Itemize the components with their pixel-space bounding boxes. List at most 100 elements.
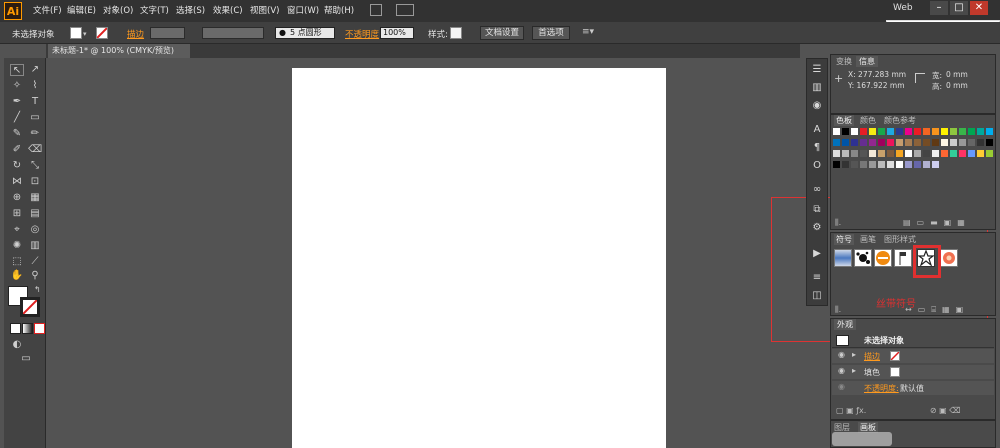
swatch-cell[interactable] xyxy=(986,139,993,146)
swatch-cell[interactable] xyxy=(878,128,885,135)
menu-view[interactable]: 视图(V) xyxy=(250,4,279,16)
maximize-icon[interactable]: □ xyxy=(950,1,968,15)
swatch-cell[interactable] xyxy=(941,150,948,157)
draw-mode-icon[interactable]: ◐ xyxy=(10,339,24,351)
swatch-cell[interactable] xyxy=(833,139,840,146)
line-tool-icon[interactable]: ╱ xyxy=(10,112,24,124)
swatch-cell[interactable] xyxy=(860,139,867,146)
swatch-cell[interactable] xyxy=(932,128,939,135)
magic-wand-tool-icon[interactable]: ✧ xyxy=(10,80,24,92)
menu-window[interactable]: 窗口(W) xyxy=(287,4,319,16)
swatch-cell[interactable] xyxy=(959,150,966,157)
swatch-cell[interactable] xyxy=(977,150,984,157)
swatch-cell[interactable] xyxy=(932,150,939,157)
tab-transform[interactable]: 变换 xyxy=(834,56,854,67)
swatch-cell[interactable] xyxy=(905,150,912,157)
paintbrush-tool-icon[interactable]: ✎ xyxy=(10,128,24,140)
actions-play-icon[interactable]: ▶ xyxy=(811,248,823,259)
swatch-cell[interactable] xyxy=(923,161,930,168)
opacity-attribute-label[interactable]: 不透明度: xyxy=(864,383,899,394)
tab-graphic-styles[interactable]: 图形样式 xyxy=(884,234,916,245)
color-mode-icon[interactable] xyxy=(10,323,21,334)
swatch-cell[interactable] xyxy=(851,139,858,146)
swatch-cell[interactable] xyxy=(860,161,867,168)
pen-tool-icon[interactable]: ✒ xyxy=(10,96,24,108)
hand-tool-icon[interactable]: ✋ xyxy=(10,270,24,282)
opentype-panel-icon[interactable]: O xyxy=(811,160,823,171)
swatch-cell[interactable] xyxy=(878,139,885,146)
tab-color[interactable]: 颜色 xyxy=(860,115,876,126)
appearance-stroke-row[interactable]: ◉ ▸ 描边 xyxy=(832,349,994,363)
fill-attribute-label[interactable]: 填色 xyxy=(864,367,880,378)
direct-selection-tool-icon[interactable]: ↗ xyxy=(28,64,42,76)
swatch-cell[interactable] xyxy=(842,150,849,157)
swatch-cell[interactable] xyxy=(905,161,912,168)
stroke-attribute-label[interactable]: 描边 xyxy=(864,351,880,362)
swatch-cell[interactable] xyxy=(842,161,849,168)
swatch-cell[interactable] xyxy=(968,150,975,157)
swatch-cell[interactable] xyxy=(869,161,876,168)
appearance-fill-row[interactable]: ◉ ▸ 填色 xyxy=(832,365,994,379)
type-tool-icon[interactable]: T xyxy=(28,96,42,108)
width-tool-icon[interactable]: ⋈ xyxy=(10,176,24,188)
expand-arrow-icon[interactable]: ▸ xyxy=(852,366,856,375)
graphic-style-swatch[interactable] xyxy=(450,27,462,39)
selection-tool-icon[interactable]: ↖ xyxy=(10,64,24,76)
swatch-cell[interactable] xyxy=(851,128,858,135)
mesh-tool-icon[interactable]: ⊞ xyxy=(10,208,24,220)
eraser-tool-icon[interactable]: ⌫ xyxy=(28,144,42,156)
swatch-cell[interactable] xyxy=(986,128,993,135)
swatch-cell[interactable] xyxy=(833,150,840,157)
swatch-cell[interactable] xyxy=(923,139,930,146)
menu-effect[interactable]: 效果(C) xyxy=(213,4,243,16)
swatch-cell[interactable] xyxy=(842,128,849,135)
swatch-cell[interactable] xyxy=(869,139,876,146)
swatch-cell[interactable] xyxy=(887,139,894,146)
stroke-attribute-swatch[interactable] xyxy=(890,351,900,361)
eye-icon[interactable]: ◉ xyxy=(838,350,845,359)
symbol-libraries-icon[interactable]: ⫼. xyxy=(835,305,841,315)
menu-select[interactable]: 选择(S) xyxy=(176,4,205,16)
swatch-cell[interactable] xyxy=(851,150,858,157)
swatch-cell[interactable] xyxy=(833,161,840,168)
screen-mode-icon[interactable]: ▭ xyxy=(18,353,34,365)
bridge-icon[interactable] xyxy=(370,4,382,16)
swatch-cell[interactable] xyxy=(869,128,876,135)
swatch-cell[interactable] xyxy=(950,139,957,146)
swatch-cell[interactable] xyxy=(833,128,840,135)
swatch-cell[interactable] xyxy=(950,150,957,157)
tab-symbols[interactable]: 符号 xyxy=(834,234,854,245)
transparency-panel-icon[interactable]: ◉ xyxy=(811,100,823,111)
gradient-panel-icon[interactable]: ▥ xyxy=(811,82,823,93)
swatch-actions-icons[interactable]: ▤▭▬▣▦ xyxy=(903,218,991,227)
slice-tool-icon[interactable]: ⟋ xyxy=(28,256,42,268)
swatch-cell[interactable] xyxy=(887,150,894,157)
pencil-tool-icon[interactable]: ✏ xyxy=(28,128,42,140)
zoom-tool-icon[interactable]: ⚲ xyxy=(28,270,42,282)
swatch-cell[interactable] xyxy=(851,161,858,168)
fill-attribute-swatch[interactable] xyxy=(890,367,900,377)
tab-brushes[interactable]: 画笔 xyxy=(860,234,876,245)
swatch-cell[interactable] xyxy=(923,150,930,157)
opacity-field[interactable]: 100% xyxy=(380,27,414,39)
symbol-banner[interactable] xyxy=(834,249,852,267)
menu-object[interactable]: 对象(O) xyxy=(103,4,133,16)
artboard[interactable] xyxy=(292,68,666,448)
pathfinder-panel-icon[interactable]: ◫ xyxy=(811,290,823,301)
workspace-switcher[interactable]: Web xyxy=(893,3,921,17)
swatch-cell[interactable] xyxy=(860,128,867,135)
swatch-cell[interactable] xyxy=(869,150,876,157)
eye-icon[interactable]: ◉ xyxy=(838,366,845,375)
align-options-icon[interactable]: ≡▾ xyxy=(582,27,598,39)
swatch-cell[interactable] xyxy=(860,150,867,157)
menu-icon[interactable]: ☰ xyxy=(811,64,823,75)
swatch-cell[interactable] xyxy=(896,128,903,135)
links-panel-icon[interactable]: ∞ xyxy=(811,184,823,195)
brush-definition-select[interactable]: ● 5 点圆形 xyxy=(275,27,335,39)
symbol-sprayer-tool-icon[interactable]: ✺ xyxy=(10,240,24,252)
swatch-cell[interactable] xyxy=(923,128,930,135)
minimize-icon[interactable]: – xyxy=(930,1,948,15)
character-panel-icon[interactable]: A xyxy=(811,124,823,135)
menu-type[interactable]: 文字(T) xyxy=(140,4,169,16)
none-mode-icon[interactable] xyxy=(34,323,45,334)
